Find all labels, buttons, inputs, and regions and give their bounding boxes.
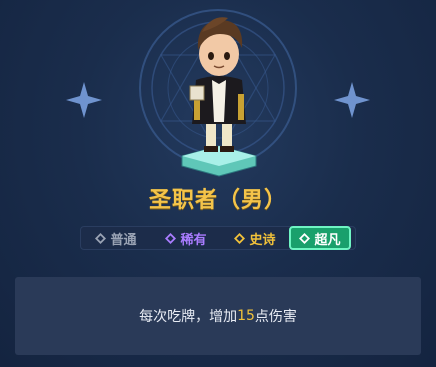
tab-rare[interactable]: 稀有 [151,227,221,249]
character-avatar [181,17,257,177]
tab-label: 稀有 [180,232,207,248]
character-detail-screen: 圣职者（男） 普通 稀有 史诗 超凡 每次吃牌，增加 15 点伤害 [0,0,436,367]
description-value: 15 [237,308,255,324]
sparkle-star-icon [66,82,102,118]
tab-epic[interactable]: 史诗 [221,227,289,249]
gem-icon [165,232,177,244]
tab-super[interactable]: 超凡 [289,226,351,250]
character-name: 圣职者（男） [148,188,287,213]
description-suffix: 点伤害 [254,309,297,325]
skill-description-panel: 每次吃牌，增加 15 点伤害 [15,277,421,355]
tab-label: 超凡 [314,232,341,248]
tab-label: 史诗 [249,232,276,248]
description-prefix: 每次吃牌，增加 [139,309,238,325]
sparkle-star-icon [334,82,370,118]
gem-icon [95,232,107,244]
tab-common[interactable]: 普通 [81,227,151,249]
gem-icon [234,232,246,244]
rarity-tab-bar: 普通 稀有 史诗 超凡 [80,226,356,250]
gem-icon [299,232,311,244]
tab-label: 普通 [110,232,137,248]
